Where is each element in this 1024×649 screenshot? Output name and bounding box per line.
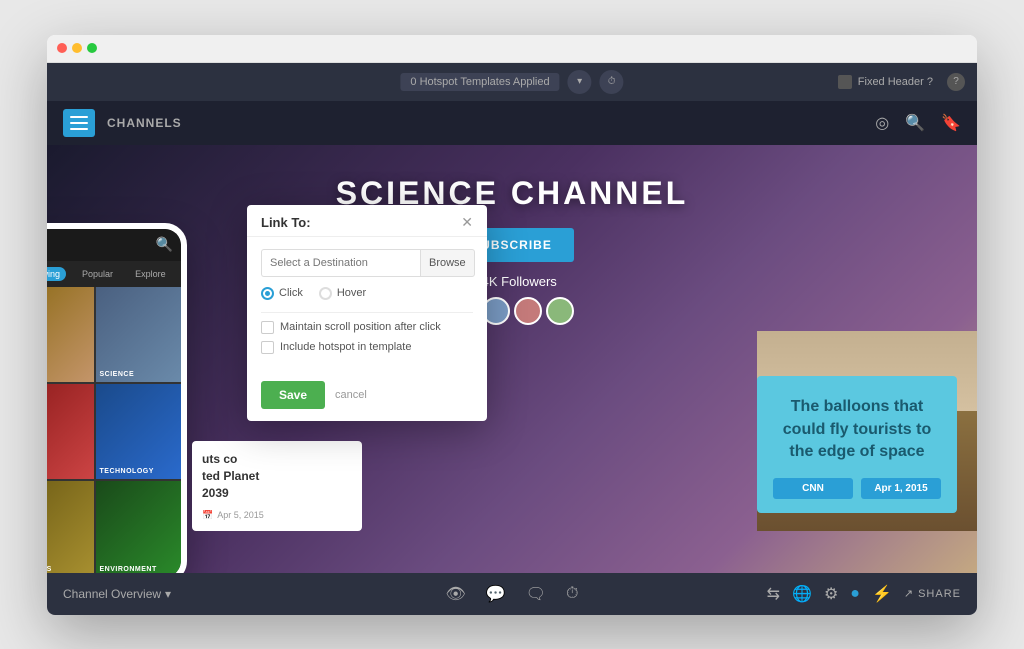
- avatar-4: [546, 297, 574, 325]
- share-label: SHARE: [918, 588, 961, 600]
- globe-icon[interactable]: 🌐: [792, 584, 812, 604]
- phone-tab-explore[interactable]: Explore: [129, 267, 172, 281]
- calendar-icon: 📅: [202, 510, 213, 521]
- hotspot-checkbox-row[interactable]: Include hotspot in template: [261, 341, 473, 354]
- browser-dot-red[interactable]: [57, 43, 67, 53]
- channel-chevron-icon: ▾: [165, 587, 171, 601]
- app-toolbar: 0 Hotspot Templates Applied ▾ ⏱ Fixed He…: [47, 63, 977, 101]
- mobile-phone: ≡ 🔍 Following Popular Explore FASHION SC…: [47, 223, 187, 573]
- article-text: uts coted Planet2039: [202, 451, 352, 501]
- scroll-checkbox[interactable]: [261, 321, 274, 334]
- menu-line-2: [70, 122, 88, 124]
- fixed-header-label: Fixed Header ?: [858, 76, 933, 88]
- fixed-header-section: Fixed Header ? ?: [838, 73, 965, 91]
- hover-radio-dot[interactable]: [319, 287, 332, 300]
- share-arrow-icon: ↗: [904, 587, 914, 600]
- article-date: 📅 Apr 5, 2015: [202, 510, 352, 521]
- click-radio-dot[interactable]: [261, 287, 274, 300]
- timer-icon-btn[interactable]: ⏱: [600, 70, 624, 94]
- phone-grid: FASHION SCIENCE AUTO TECHNOLOGY FINANCES: [47, 287, 181, 573]
- click-radio-option[interactable]: Click: [261, 287, 303, 300]
- modal-header: Link To: ✕: [247, 205, 487, 237]
- browse-button[interactable]: Browse: [420, 249, 475, 277]
- bottom-right-section: ⇆ 🌐 ⚙ ● ⚡ ↗ SHARE: [767, 584, 961, 604]
- modal-footer: Save cancel: [247, 373, 487, 421]
- channels-label: CHANNELS: [107, 116, 182, 130]
- avatar-3: [514, 297, 542, 325]
- article-card: The balloons that could fly tourists to …: [757, 376, 957, 512]
- article-strip: uts coted Planet2039 📅 Apr 5, 2015: [192, 441, 362, 530]
- phone-grid-item-fashion[interactable]: FASHION: [47, 287, 94, 382]
- card-source-badge[interactable]: CNN: [773, 478, 853, 499]
- browser-dots: [57, 43, 97, 53]
- menu-line-3: [70, 128, 88, 130]
- dropdown-icon-btn[interactable]: ▾: [568, 70, 592, 94]
- fixed-header-checkbox[interactable]: [838, 75, 852, 89]
- click-label: Click: [279, 287, 303, 299]
- browser-window: 0 Hotspot Templates Applied ▾ ⏱ Fixed He…: [47, 35, 977, 615]
- comment-icon[interactable]: 🗨: [526, 584, 546, 604]
- card-title: The balloons that could fly tourists to …: [773, 396, 941, 463]
- phone-search-icon[interactable]: 🔍: [156, 236, 173, 253]
- hover-radio-option[interactable]: Hover: [319, 287, 366, 300]
- nav-right-icons: ◎ 🔍 🔖: [875, 113, 961, 133]
- share-button[interactable]: ↗ SHARE: [904, 587, 961, 600]
- hotspot-template-label: Include hotspot in template: [280, 341, 411, 353]
- browser-titlebar: [47, 35, 977, 63]
- bottom-toolbar: Channel Overview ▾ 👁 💬 🗨 ⏱ ⇆ 🌐 ⚙ ● ⚡ ↗ S…: [47, 573, 977, 615]
- hotspot-indicator: 0 Hotspot Templates Applied ▾ ⏱: [400, 70, 623, 94]
- phone-grid-item-finances[interactable]: FINANCES: [47, 481, 94, 572]
- browser-dot-green[interactable]: [87, 43, 97, 53]
- target-icon[interactable]: ◎: [875, 113, 889, 133]
- link-to-modal[interactable]: Link To: ✕ Browse Click: [247, 205, 487, 421]
- phone-grid-item-technology[interactable]: TECHNOLOGY: [96, 384, 182, 479]
- phone-grid-item-science[interactable]: SCIENCE: [96, 287, 182, 382]
- card-date-badge[interactable]: Apr 1, 2015: [861, 478, 941, 499]
- channel-overview-label: Channel Overview ▾: [63, 587, 171, 601]
- environment-label: ENVIRONMENT: [100, 566, 157, 573]
- destination-input-row: Browse: [261, 249, 473, 277]
- share-network-icon[interactable]: ⇆: [767, 584, 780, 604]
- menu-line-1: [70, 116, 88, 118]
- finances-label: FINANCES: [47, 566, 52, 573]
- hover-label: Hover: [337, 287, 366, 299]
- modal-close-button[interactable]: ✕: [461, 215, 473, 229]
- phone-grid-item-environment[interactable]: ENVIRONMENT: [96, 481, 182, 572]
- channel-label-text: Channel Overview: [63, 587, 161, 601]
- card-footer: CNN Apr 1, 2015: [773, 478, 941, 499]
- phone-tab-following[interactable]: Following: [47, 267, 66, 281]
- hotspot-badge: 0 Hotspot Templates Applied: [400, 73, 559, 91]
- clock-icon[interactable]: ⏱: [566, 585, 578, 603]
- modal-divider: [261, 312, 473, 313]
- scroll-checkbox-row[interactable]: Maintain scroll position after click: [261, 321, 473, 334]
- phone-tab-popular[interactable]: Popular: [76, 267, 119, 281]
- phone-tabs: Following Popular Explore: [47, 261, 181, 287]
- browser-dot-yellow[interactable]: [72, 43, 82, 53]
- gear-icon[interactable]: ⚙: [824, 584, 838, 604]
- modal-title: Link To:: [261, 215, 311, 230]
- app-nav: CHANNELS ◎ 🔍 🔖: [47, 101, 977, 145]
- lightning-icon[interactable]: ⚡: [872, 584, 892, 604]
- help-button[interactable]: ?: [947, 73, 965, 91]
- chat-icon[interactable]: 💬: [486, 584, 506, 604]
- modal-body: Browse Click Hover: [247, 237, 487, 373]
- phone-inner: ≡ 🔍 Following Popular Explore FASHION SC…: [47, 229, 181, 573]
- phone-nav: ≡ 🔍: [47, 229, 181, 261]
- nav-menu-button[interactable]: [63, 109, 95, 137]
- bottom-center-icons: 👁 💬 🗨 ⏱: [445, 584, 578, 604]
- hotspot-checkbox[interactable]: [261, 341, 274, 354]
- bookmark-icon[interactable]: 🔖: [941, 113, 961, 133]
- cancel-link[interactable]: cancel: [335, 389, 367, 401]
- save-button[interactable]: Save: [261, 381, 325, 409]
- scroll-label: Maintain scroll position after click: [280, 321, 441, 333]
- dot-icon[interactable]: ●: [850, 585, 860, 603]
- main-content: SCIENCE CHANNEL SUBSCRIBE 234K Followers…: [47, 145, 977, 573]
- eye-icon[interactable]: 👁: [445, 584, 465, 604]
- radio-row: Click Hover: [261, 287, 473, 300]
- destination-input[interactable]: [261, 249, 420, 277]
- technology-label: TECHNOLOGY: [100, 468, 154, 475]
- science-label: SCIENCE: [100, 371, 135, 378]
- phone-grid-item-auto[interactable]: AUTO: [47, 384, 94, 479]
- search-icon[interactable]: 🔍: [905, 113, 925, 133]
